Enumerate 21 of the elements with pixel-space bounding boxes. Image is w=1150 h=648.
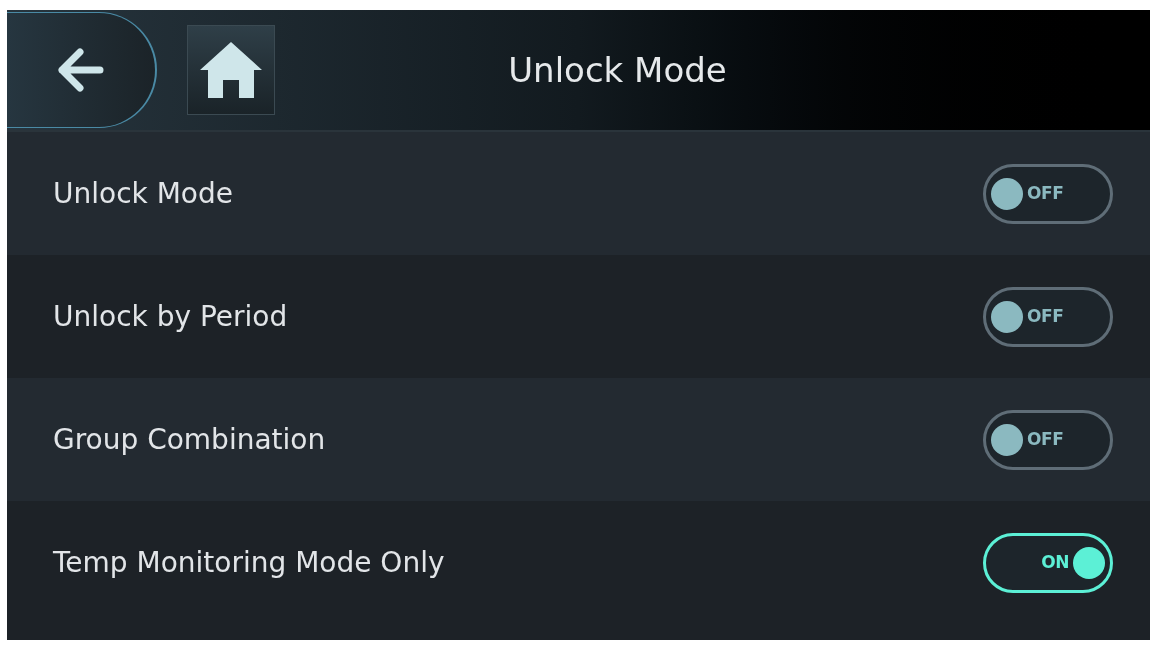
- toggle-state-text: ON: [1041, 550, 1069, 574]
- toggle-state-text: OFF: [1027, 304, 1064, 328]
- home-icon: [198, 40, 264, 100]
- back-arrow-icon: [58, 48, 104, 92]
- home-button[interactable]: [187, 25, 275, 115]
- toggle-knob: [991, 300, 1023, 333]
- setting-label: Temp Monitoring Mode Only: [53, 544, 445, 581]
- setting-label: Group Combination: [53, 421, 326, 458]
- toggle-switch[interactable]: OFF: [983, 286, 1113, 347]
- toggle-switch[interactable]: ON: [983, 532, 1113, 593]
- toggle-knob: [1073, 546, 1105, 579]
- toggle-state-text: OFF: [1027, 181, 1064, 205]
- setting-label: Unlock Mode: [53, 175, 233, 212]
- toggle-state-text: OFF: [1027, 427, 1064, 451]
- toggle-switch[interactable]: OFF: [983, 409, 1113, 470]
- toggle-knob: [991, 423, 1023, 456]
- setting-label: Unlock by Period: [53, 298, 288, 335]
- back-button[interactable]: [7, 12, 157, 128]
- toggle-switch[interactable]: OFF: [983, 163, 1113, 224]
- toggle-knob: [991, 177, 1023, 210]
- page-title: Unlock Mode: [508, 48, 727, 92]
